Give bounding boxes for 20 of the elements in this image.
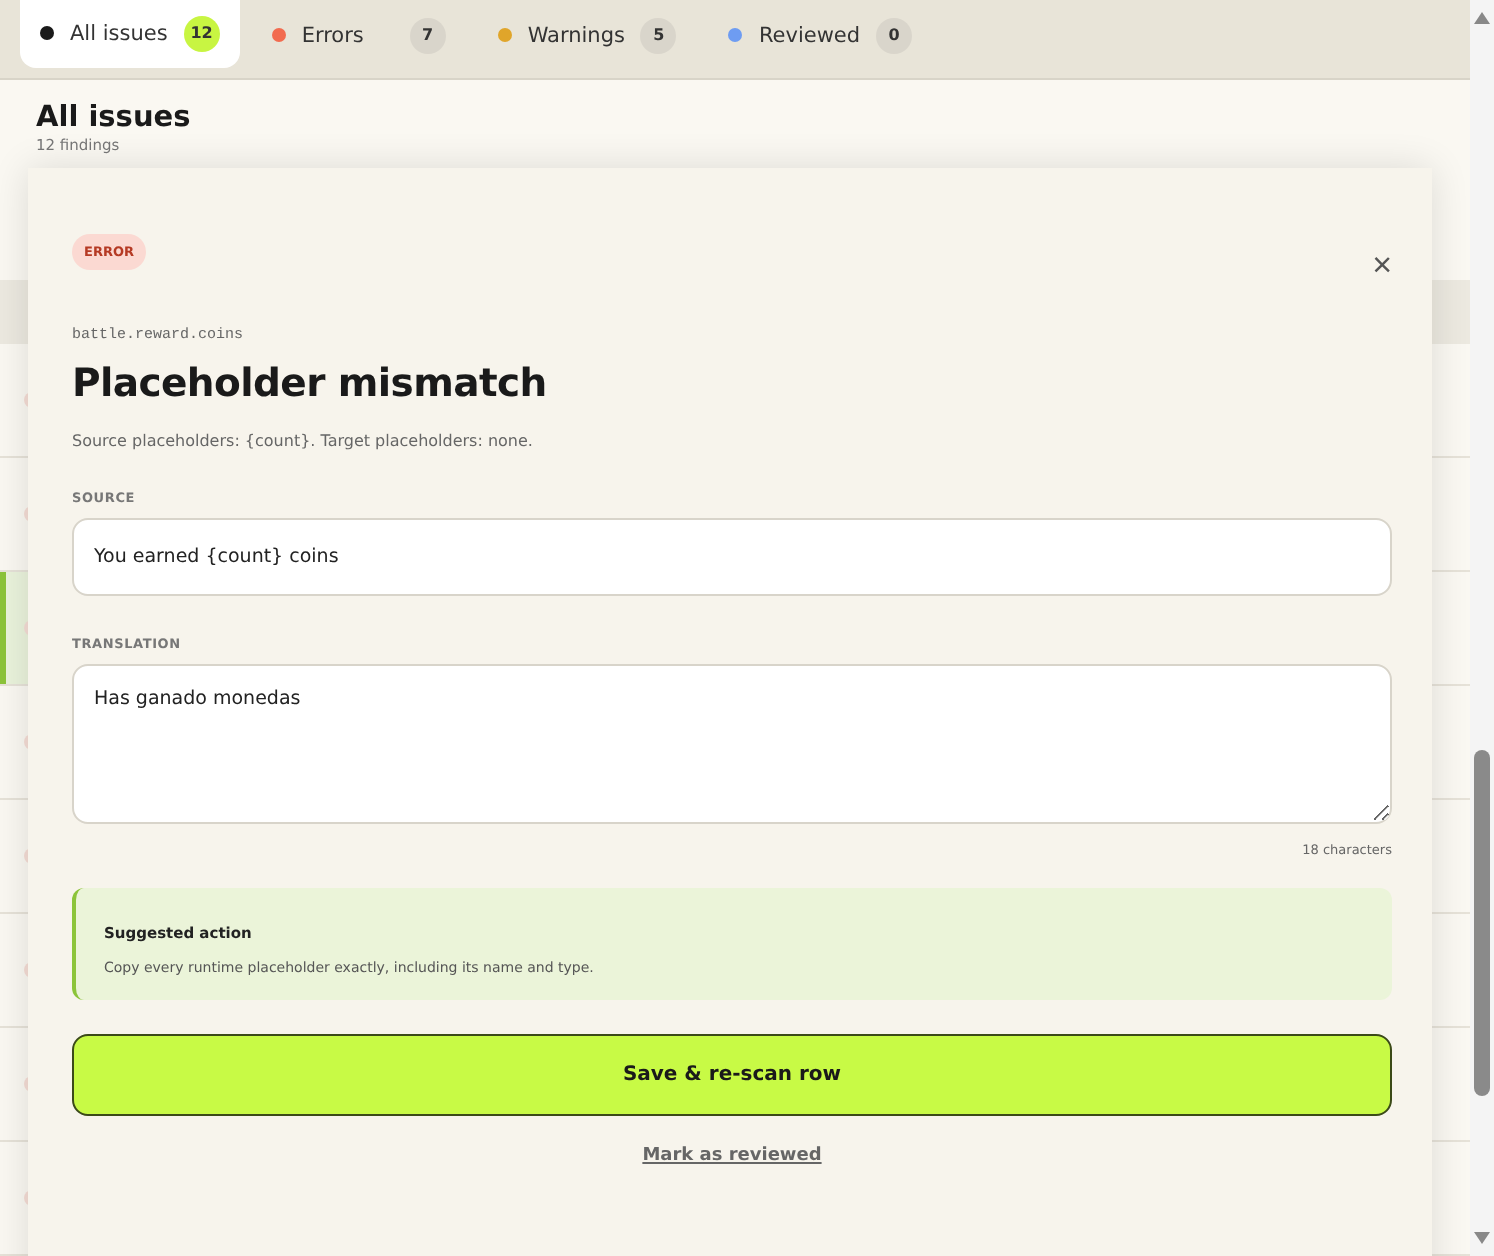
count-badge: 5 — [640, 17, 677, 53]
filter-tab[interactable]: All issues 12 — [20, 0, 240, 67]
translation-field[interactable]: Has ganado monedas — [72, 664, 1392, 824]
filter-tab[interactable]: Reviewed 0 — [708, 5, 933, 65]
filter-tab[interactable]: Warnings 5 — [477, 5, 697, 65]
save-button[interactable]: Save & re-scan row — [72, 1034, 1392, 1116]
dialog-title: Placeholder mismatch — [72, 360, 549, 406]
page-title: All issues — [36, 102, 193, 134]
source-field[interactable]: You earned {count} coins — [72, 518, 1392, 596]
close-button[interactable]: × — [1372, 248, 1392, 282]
count-badge: 12 — [183, 15, 220, 51]
scrollbar-thumb[interactable] — [1474, 750, 1490, 1096]
scroll-down-icon[interactable] — [1472, 1230, 1492, 1246]
scroll-up-icon[interactable] — [1472, 10, 1492, 26]
scrollbar[interactable] — [1470, 0, 1494, 1256]
mark-reviewed-link[interactable]: Mark as reviewed — [642, 1146, 822, 1166]
filter-tab[interactable]: Errors 7 — [251, 5, 466, 65]
issue-description: Source placeholders: {count}. Target placeholders: none. — [72, 432, 535, 450]
count-badge: 0 — [876, 17, 913, 53]
count-badge: 7 — [409, 17, 446, 53]
